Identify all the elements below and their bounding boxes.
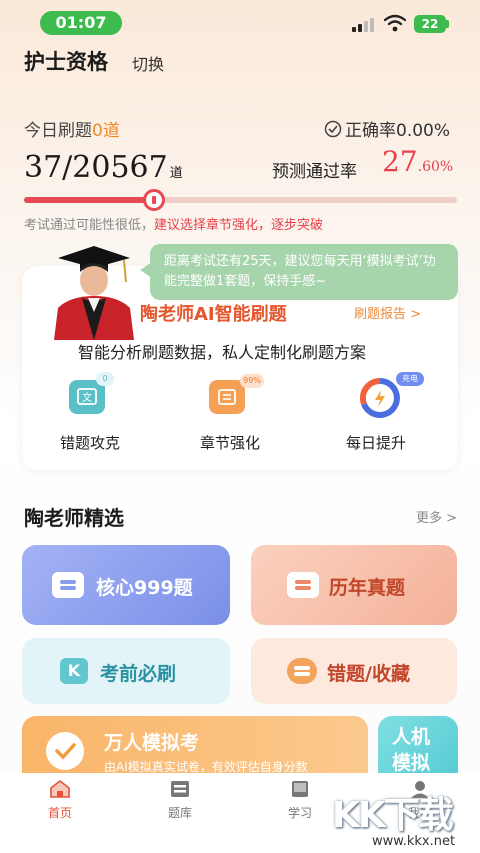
hint-emph[interactable]: 建议选择章节强化，逐步突破 (154, 218, 323, 233)
feature-label: 错题攻克 (60, 434, 121, 452)
pass-hint: 考试通过可能性很低，建议选择章节强化，逐步突破 (24, 214, 323, 233)
nav-label: 首页 (47, 806, 72, 820)
nav-home[interactable]: 首页 (30, 779, 90, 821)
tile-label: 历年真题 (329, 577, 406, 599)
report-link[interactable]: 刷题报告 > (354, 303, 421, 322)
pass-rate-fill (24, 197, 154, 203)
nav-study[interactable]: 学习 (270, 780, 330, 821)
nav-question-bank[interactable]: 题库 (150, 780, 210, 821)
done-unit: 道 (169, 165, 183, 180)
done-count: 37/20567 道 (24, 150, 183, 185)
feature-chapter[interactable]: 99% 章节强化 (196, 374, 276, 458)
check-badge-icon (46, 732, 84, 770)
ai-card-title: 陶老师AI智能刷题 (140, 304, 287, 325)
daily-badge: 充电 (396, 372, 424, 386)
book-icon (292, 781, 308, 797)
ai-mock-title: 人机模拟 (392, 726, 431, 774)
tile-label: 考前必刷 (100, 663, 177, 685)
home-icon (50, 779, 70, 798)
chapter-icon (209, 380, 245, 414)
switch-button[interactable]: 切换 (132, 51, 164, 75)
mistakes-icon (287, 658, 317, 684)
done-value: 37/20567 (24, 150, 168, 185)
section-title: 陶老师精选 (24, 506, 124, 530)
tile-mistakes-favorites[interactable]: 错题/收藏 (251, 638, 457, 704)
tile-core-999[interactable]: 核心999题 (22, 545, 230, 625)
battery-tip (446, 20, 449, 28)
signal-icon (352, 18, 374, 32)
mock-title: 万人模拟考 (104, 732, 200, 754)
predict-main: 27 (382, 145, 418, 178)
status-time: 01:07 (40, 11, 122, 35)
tile-pre-exam[interactable]: K 考前必刷 (22, 638, 230, 704)
k-icon: K (60, 658, 88, 684)
hint-plain: 考试通过可能性很低， (24, 218, 155, 233)
nav-label: 题库 (167, 806, 192, 820)
watermark-url: www.kkx.net (372, 834, 456, 849)
nav-label: 学习 (287, 806, 312, 820)
svg-text:文: 文 (82, 391, 92, 404)
pass-rate-knob (143, 189, 165, 211)
predict-decimal: .60% (417, 159, 454, 175)
feature-daily[interactable]: 充电 每日提升 (344, 372, 424, 458)
accuracy-stat: 正确率0.00% (324, 116, 450, 141)
feature-mistake[interactable]: 文 0 错题攻克 (52, 372, 122, 458)
today-count: 0道 (92, 121, 120, 141)
today-practice: 今日刷题0道 (24, 116, 120, 141)
battery-indicator: 22 (414, 15, 446, 33)
core-icon (52, 572, 84, 598)
predict-rate: 27.60% (382, 145, 453, 178)
check-circle-icon (324, 120, 342, 137)
teacher-avatar (54, 246, 134, 340)
question-bank-icon (171, 781, 189, 797)
tile-label: 错题/收藏 (327, 663, 410, 685)
ai-card-subtitle: 智能分析刷题数据，私人定制化刷题方案 (78, 343, 367, 362)
tile-past-exams[interactable]: 历年真题 (251, 545, 457, 625)
accuracy-label: 正确率0.00% (345, 121, 451, 141)
watermark-logo: KK下载 (332, 795, 454, 836)
today-label: 今日刷题 (24, 121, 92, 141)
past-exams-icon (287, 572, 319, 598)
predict-label: 预测通过率 (272, 162, 357, 182)
more-link[interactable]: 更多 > (416, 507, 457, 526)
mistake-badge: 0 (96, 372, 114, 386)
chapter-badge: 99% (240, 374, 264, 388)
tile-label: 核心999题 (96, 577, 193, 599)
page-title: 护士资格 (24, 50, 108, 74)
feature-label: 每日提升 (346, 434, 407, 452)
advice-bubble: 距离考试还有25天，建议您每天用‘模拟考试’功能完整做1套题，保持手感~ (150, 244, 458, 300)
feature-label: 章节强化 (200, 434, 261, 452)
wifi-icon (384, 14, 406, 32)
